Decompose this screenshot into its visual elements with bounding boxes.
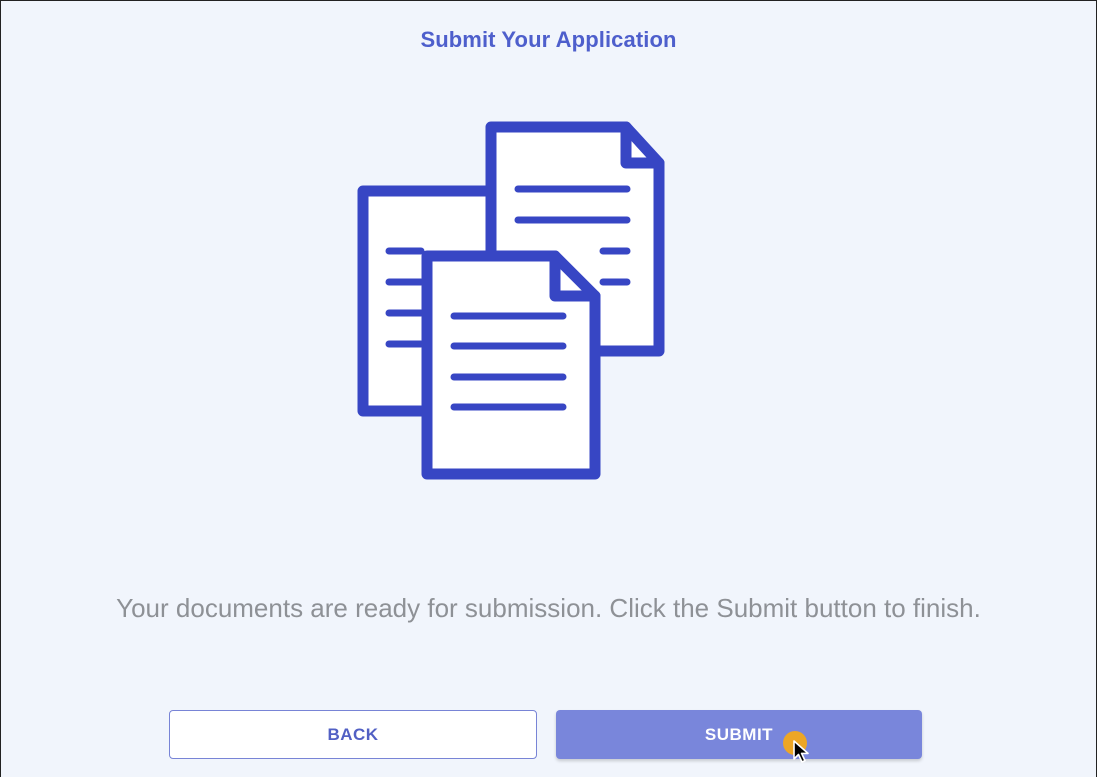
submit-button[interactable]: SUBMIT [556, 710, 922, 759]
instruction-message: Your documents are ready for submission.… [116, 593, 981, 623]
documents-icon [351, 119, 671, 489]
application-panel: Submit Your Application Your documents a… [0, 0, 1097, 777]
mouse-pointer-icon [793, 740, 809, 763]
back-button[interactable]: BACK [169, 710, 537, 759]
submit-button-label: SUBMIT [704, 724, 774, 744]
back-button-label: BACK [327, 724, 379, 744]
page-title: Submit Your Application [420, 27, 677, 52]
